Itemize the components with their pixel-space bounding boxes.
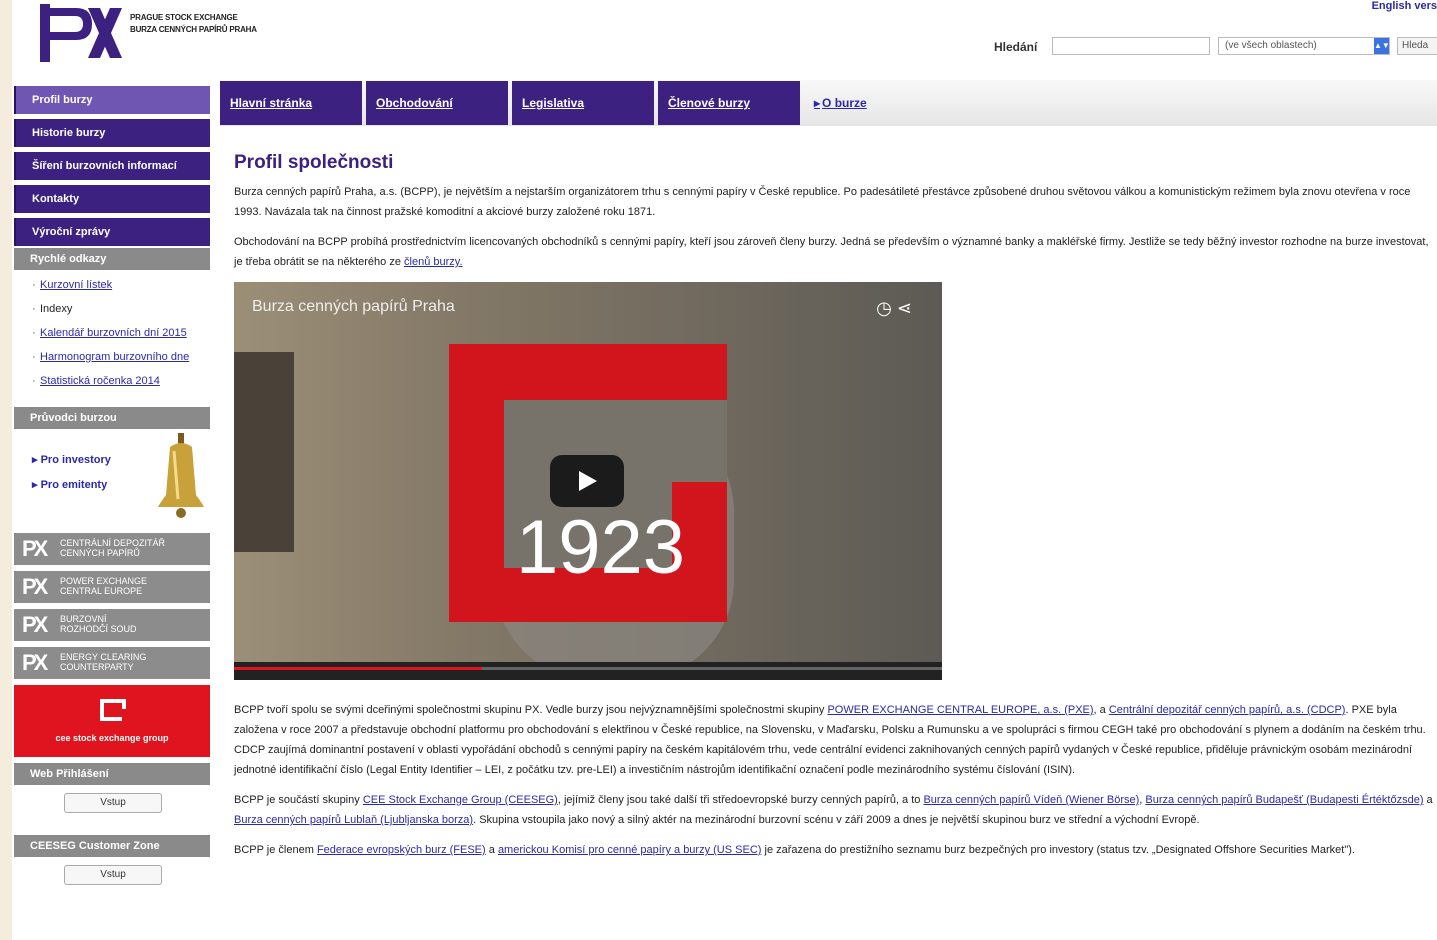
px-mark-icon: PX bbox=[22, 650, 48, 675]
partner-energy-line1: Energy clearing bbox=[60, 652, 147, 662]
web-login-button[interactable]: Vstup bbox=[64, 793, 162, 813]
customer-zone-button[interactable]: Vstup bbox=[64, 865, 162, 885]
partner-cdcp-line2: cenných papírů bbox=[60, 548, 140, 558]
page-title: Profil společnosti bbox=[234, 152, 394, 173]
tab-home[interactable]: Hlavní stránka bbox=[220, 81, 362, 125]
group-paragraph-text-a: BCPP tvoří spolu se svými dceřinými spol… bbox=[234, 704, 825, 716]
us-sec-link[interactable]: americkou Komisí pro cenné papíry a burz… bbox=[498, 844, 762, 856]
search-scope-value: (ve všech oblastech) bbox=[1225, 40, 1317, 51]
ceeseg-banner[interactable]: cee stock exchange group bbox=[14, 685, 210, 757]
video-share-icons[interactable]: ◷ ⋖ bbox=[876, 298, 912, 319]
partner-cdcp[interactable]: PX Centrální depozitář cenných papírů bbox=[14, 533, 210, 565]
ceeseg-paragraph-text-d: a bbox=[1426, 794, 1433, 806]
video-year-overlay: 1923 bbox=[516, 505, 686, 590]
quick-link-indices[interactable]: Indexy bbox=[40, 303, 72, 315]
sidebar: Profil burzy Historie burzy Šíření burzo… bbox=[14, 86, 210, 901]
group-paragraph: BCPP tvoří spolu se svými dceřinými spol… bbox=[234, 700, 1437, 780]
search-label: Hledání bbox=[994, 40, 1038, 54]
video-title: Burza cenných papírů Praha bbox=[252, 298, 455, 315]
partner-arbitration-court[interactable]: PX Burzovní rozhodčí soud bbox=[14, 609, 210, 641]
quick-link-calendar[interactable]: Kalendář burzovních dní 2015 bbox=[40, 327, 187, 339]
ceeseg-logo-icon bbox=[100, 699, 126, 721]
search-button[interactable]: Hleda bbox=[1397, 37, 1437, 55]
ceeseg-paragraph-text-b: , jejímiž členy jsou také další tři stře… bbox=[557, 794, 921, 806]
ceeseg-paragraph-text-a: BCPP je součástí skupiny bbox=[234, 794, 360, 806]
sidebar-item-information[interactable]: Šíření burzovních informací bbox=[14, 152, 210, 180]
partner-pxe-line1: Power exchange bbox=[60, 576, 148, 586]
tab-legislation[interactable]: Legislativa bbox=[512, 81, 654, 125]
px-mark-icon: PX bbox=[22, 536, 48, 561]
intro-paragraph: Burza cenných papírů Praha, a.s. (BCPP),… bbox=[234, 186, 1411, 218]
quick-links-list: Kurzovní lístek Indexy Kalendář burzovní… bbox=[14, 270, 210, 399]
top-navigation: Hlavní stránka Obchodování Legislativa Č… bbox=[220, 80, 1437, 126]
ceeseg-paragraph-text-c: , bbox=[1139, 794, 1143, 806]
partner-energy-clearing[interactable]: PX Energy clearing counterparty bbox=[14, 647, 210, 679]
main-content: Profil společnosti Burza cenných papírů … bbox=[234, 150, 1437, 870]
search-input[interactable] bbox=[1052, 37, 1210, 55]
video-player[interactable]: Burza cenných papírů Praha ◷ ⋖ 1923 bbox=[234, 282, 942, 680]
partner-pxe[interactable]: PX Power exchange central europe bbox=[14, 571, 210, 603]
logo-text-line2: BURZA CENNÝCH PAPÍRŮ PRAHA bbox=[130, 25, 257, 34]
ceeseg-paragraph-text-e: . Skupina vstoupila jako nový a silný ak… bbox=[473, 814, 1200, 826]
tab-trading[interactable]: Obchodování bbox=[366, 81, 508, 125]
membership-paragraph-text-a: BCPP je členem bbox=[234, 844, 314, 856]
logo-text-line1: PRAGUE STOCK EXCHANGE bbox=[130, 13, 238, 22]
partner-court-line2: rozhodčí soud bbox=[60, 624, 137, 634]
trading-paragraph: Obchodování na BCPP probíhá prostřednict… bbox=[234, 232, 1437, 272]
english-version-link[interactable]: English vers bbox=[1372, 0, 1437, 12]
pxe-link[interactable]: POWER EXCHANGE CENTRAL EUROPE, a.s. (PXE… bbox=[827, 704, 1093, 716]
partner-energy-line2: counterparty bbox=[60, 662, 134, 672]
quick-link-price-list[interactable]: Kurzovní lístek bbox=[40, 279, 112, 291]
quick-link-yearbook[interactable]: Statistická ročenka 2014 bbox=[40, 375, 160, 387]
quick-link-schedule[interactable]: Harmonogram burzovního dne bbox=[40, 351, 189, 363]
cdcp-link[interactable]: Centrální depozitář cenných papírů, a.s.… bbox=[1109, 704, 1346, 716]
px-mark-icon: PX bbox=[22, 612, 48, 637]
sidebar-item-history[interactable]: Historie burzy bbox=[14, 119, 210, 147]
customer-zone-box: Vstup bbox=[14, 857, 210, 901]
web-login-title: Web Přihlášení bbox=[14, 763, 210, 785]
fese-link[interactable]: Federace evropských burz (FESE) bbox=[317, 844, 486, 856]
sidebar-item-annual-reports[interactable]: Výroční zprávy bbox=[14, 218, 210, 246]
chevron-updown-icon: ▲▼ bbox=[1374, 38, 1390, 54]
video-progress-bar[interactable] bbox=[234, 667, 942, 670]
px-logo[interactable] bbox=[40, 4, 122, 62]
guide-title: Průvodci burzou bbox=[14, 407, 210, 429]
partner-cdcp-line1: Centrální depozitář bbox=[60, 538, 166, 548]
guide-link-issuers[interactable]: Pro emitenty bbox=[32, 478, 108, 491]
customer-zone-title: CEESEG Customer Zone bbox=[14, 835, 210, 857]
ceeseg-banner-text: cee stock exchange group bbox=[55, 733, 169, 743]
ljubljana-exchange-link[interactable]: Burza cenných papírů Lublaň (Ljubljanska… bbox=[234, 814, 473, 826]
web-login-box: Vstup bbox=[14, 785, 210, 829]
tab-about[interactable]: O burze bbox=[804, 81, 946, 125]
membership-paragraph: BCPP je členem Federace evropských burz … bbox=[234, 840, 1437, 860]
bell-icon bbox=[158, 433, 204, 518]
group-paragraph-text-b: , a bbox=[1093, 704, 1106, 716]
tab-members[interactable]: Členové burzy bbox=[658, 81, 800, 125]
clock-icon[interactable]: ◷ bbox=[876, 298, 892, 318]
logo-text: PRAGUE STOCK EXCHANGE BURZA CENNÝCH PAPÍ… bbox=[130, 12, 257, 36]
sidebar-item-contacts[interactable]: Kontakty bbox=[14, 185, 210, 213]
video-progress-fill bbox=[234, 667, 482, 670]
sidebar-item-profile[interactable]: Profil burzy bbox=[14, 86, 210, 114]
partner-court-line1: Burzovní bbox=[60, 614, 107, 624]
ceeseg-link[interactable]: CEE Stock Exchange Group (CEESEG) bbox=[363, 794, 558, 806]
play-button-icon[interactable] bbox=[550, 455, 624, 507]
quick-links-title: Rychlé odkazy bbox=[14, 248, 210, 270]
membership-paragraph-text-b: a bbox=[488, 844, 495, 856]
members-link[interactable]: členů burzy. bbox=[404, 256, 463, 268]
px-mark-icon: PX bbox=[22, 574, 48, 599]
partner-pxe-line2: central europe bbox=[60, 586, 143, 596]
membership-paragraph-text-c: je zařazena do prestižního seznamu burz … bbox=[764, 844, 1355, 856]
page: PRAGUE STOCK EXCHANGE BURZA CENNÝCH PAPÍ… bbox=[12, 0, 1437, 940]
search-scope-select[interactable]: (ve všech oblastech) ▲▼ bbox=[1218, 37, 1390, 55]
ceeseg-paragraph: BCPP je součástí skupiny CEE Stock Excha… bbox=[234, 790, 1437, 830]
share-icon[interactable]: ⋖ bbox=[897, 298, 912, 318]
guide-box: Pro investory Pro emitenty bbox=[14, 429, 210, 525]
guide-link-investors[interactable]: Pro investory bbox=[32, 453, 111, 466]
vienna-exchange-link[interactable]: Burza cenných papírů Vídeň (Wiener Börse… bbox=[923, 794, 1139, 806]
budapest-exchange-link[interactable]: Burza cenných papírů Budapešť (Budapesti… bbox=[1145, 794, 1423, 806]
